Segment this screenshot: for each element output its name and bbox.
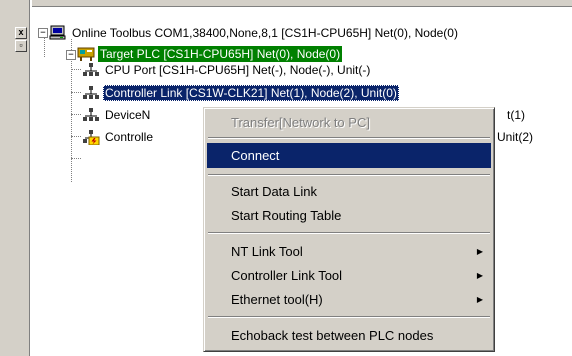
close-pane-button[interactable]: x [15,27,27,39]
menu-item-start-routing-table[interactable]: Start Routing Table [207,203,491,228]
root-collapse-toggle[interactable]: − [38,28,48,38]
context-menu: Transfer[Network to PC] Connect Start Da… [203,107,495,352]
menu-item-connect[interactable]: Connect [207,143,491,168]
menu-separator [208,232,490,234]
plc-collapse-toggle[interactable]: − [66,50,76,60]
computer-icon [49,25,67,41]
tree-node-label: Controlle [105,129,154,144]
network-port-icon [82,107,100,123]
tree-node-online-toolbus[interactable]: Online Toolbus COM1,38400,None,8,1 [CS1H… [49,23,460,41]
menu-item-label: Controller Link Tool [231,268,343,283]
network-port-warning-icon [82,129,100,146]
menu-item-controller-link-tool[interactable]: Controller Link Tool ▶ [207,263,491,288]
menu-item-ethernet-tool[interactable]: Ethernet tool(H) ▶ [207,287,491,312]
tree-node-devicenet[interactable]: DeviceN [82,105,152,123]
menu-item-nt-link-tool[interactable]: NT Link Tool ▶ [207,239,491,264]
menu-separator [208,137,490,139]
tree-node-label-tail: Unit(2) [497,129,534,144]
menu-item-transfer-network-to-pc[interactable]: Transfer[Network to PC] [207,110,491,135]
menu-separator [208,316,490,318]
menu-item-start-data-link[interactable]: Start Data Link [207,179,491,204]
top-border [0,0,572,7]
tree-node-controller-link-2[interactable]: Controlle [82,127,155,146]
menu-item-label: NT Link Tool [231,244,303,259]
submenu-arrow-icon: ▶ [476,271,483,280]
tree-node-label: DeviceN [105,107,151,122]
network-port-icon [82,62,100,78]
tree-node-label: Online Toolbus COM1,38400,None,8,1 [CS1H… [72,25,458,40]
submenu-arrow-icon: ▶ [476,247,483,256]
menu-item-echoback-test[interactable]: Echoback test between PLC nodes [207,323,491,348]
network-port-icon [82,85,100,101]
tree-node-label: Controller Link [CS1W-CLK21] Net(1), Nod… [103,84,399,101]
tree-node-controller-link[interactable]: Controller Link [CS1W-CLK21] Net(1), Nod… [82,83,399,101]
tree-node-cpu-port[interactable]: CPU Port [CS1H-CPU65H] Net(-), Node(-), … [82,60,372,78]
menu-separator [208,174,490,176]
pin-pane-button[interactable]: ▫ [15,40,27,52]
submenu-arrow-icon: ▶ [476,295,483,304]
tree-node-label-tail: t(1) [507,107,525,122]
tree-node-label: CPU Port [CS1H-CPU65H] Net(-), Node(-), … [105,62,371,77]
menu-item-label: Ethernet tool(H) [231,292,323,307]
left-docking-strip: x ▫ [0,0,32,356]
